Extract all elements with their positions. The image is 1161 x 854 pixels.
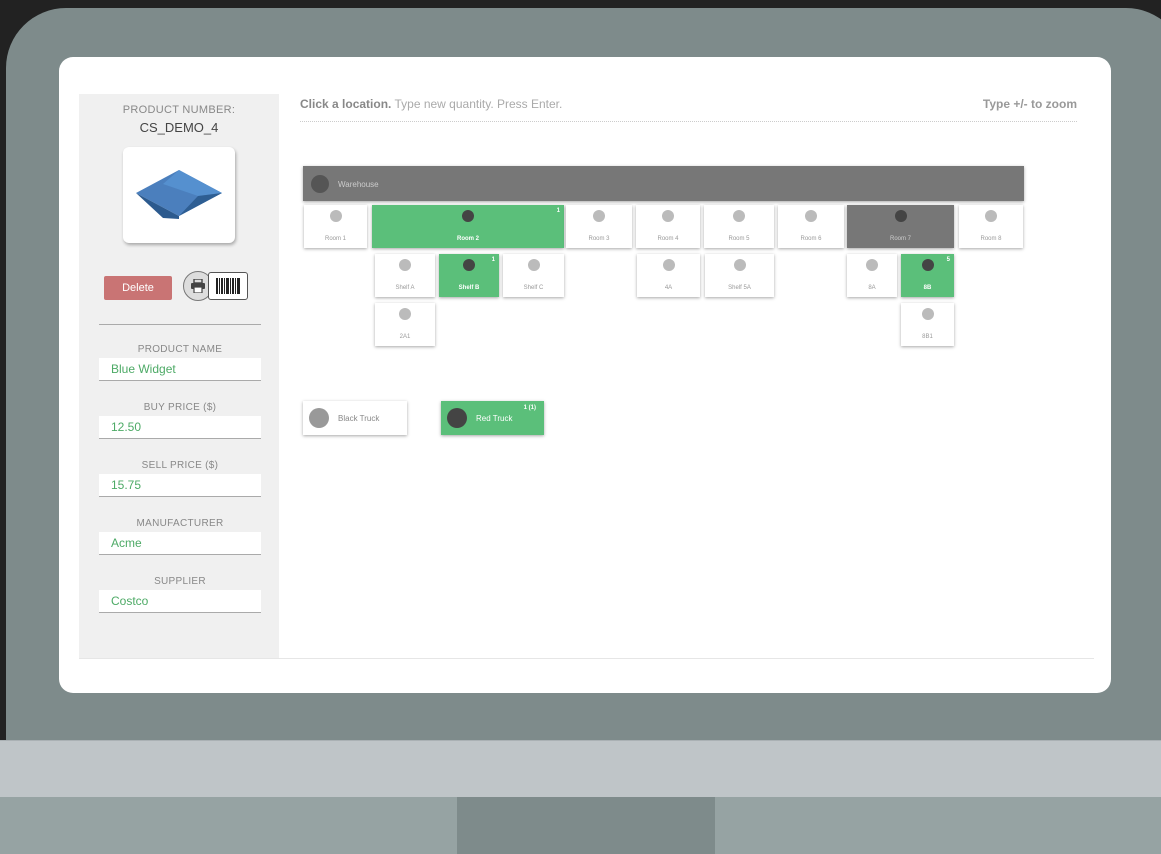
- location-warehouse[interactable]: Warehouse: [303, 166, 1024, 201]
- location-icon: [662, 259, 675, 271]
- instructions-bold: Click a location.: [300, 97, 392, 111]
- location-room-8[interactable]: Room 8: [959, 205, 1023, 248]
- truck-label: Red Truck: [476, 414, 513, 423]
- location-icon: [593, 210, 605, 222]
- sell-price-field[interactable]: 15.75: [99, 474, 261, 497]
- location-icon: [527, 259, 540, 271]
- instructions: Click a location. Type new quantity. Pre…: [300, 97, 562, 111]
- product-sidebar: PRODUCT NUMBER: CS_DEMO_4 Delete PRODUCT…: [79, 94, 279, 659]
- location-label: Shelf C: [523, 285, 544, 291]
- truck-quantity: 1 (1): [523, 405, 536, 411]
- location-icon: [733, 259, 746, 271]
- zoom-hint: Type +/- to zoom: [982, 97, 1077, 111]
- manufacturer-label: MANUFACTURER: [136, 518, 224, 529]
- manufacturer-field[interactable]: Acme: [99, 532, 261, 555]
- location-label: Room 2: [456, 236, 479, 242]
- laptop-base: [0, 740, 1161, 798]
- location-label: Room 3: [588, 236, 610, 242]
- location-room-2[interactable]: 1 Room 2: [372, 205, 564, 248]
- location-room-6[interactable]: Room 6: [778, 205, 844, 248]
- printer-icon: [191, 279, 205, 293]
- location-label: 8A: [868, 285, 876, 291]
- location-label: Shelf B: [458, 285, 480, 291]
- location-shelf-8b[interactable]: 5 8B: [901, 254, 954, 297]
- instructions-rest: Type new quantity. Press Enter.: [391, 97, 563, 111]
- header-divider: [300, 121, 1077, 122]
- location-room-1[interactable]: Room 1: [304, 205, 367, 248]
- product-name-label: PRODUCT NAME: [137, 344, 223, 355]
- location-icon: [463, 259, 475, 271]
- product-number: CS_DEMO_4: [139, 120, 219, 135]
- location-icon: [921, 308, 934, 320]
- location-label: Room 1: [324, 236, 346, 242]
- location-shelf-c[interactable]: Shelf C: [503, 254, 564, 297]
- location-label: Shelf 5A: [728, 285, 751, 291]
- location-icon: [399, 259, 411, 271]
- location-shelf-8b1[interactable]: 8B1: [901, 303, 954, 346]
- location-icon: [921, 259, 934, 271]
- location-icon: [399, 308, 411, 320]
- product-number-label: PRODUCT NUMBER:: [122, 104, 236, 116]
- location-shelf-2a1[interactable]: 2A1: [375, 303, 435, 346]
- warehouse-icon: [311, 175, 329, 193]
- barcode-icon: [216, 278, 240, 294]
- buy-price-field[interactable]: 12.50: [99, 416, 261, 439]
- location-icon: [662, 210, 674, 222]
- location-black-truck[interactable]: Black Truck: [303, 401, 407, 435]
- supplier-field[interactable]: Costco: [99, 590, 261, 613]
- barcode-button[interactable]: [208, 272, 248, 300]
- location-shelf-4a[interactable]: 4A: [637, 254, 700, 297]
- bottom-divider: [79, 658, 1094, 659]
- location-label: 8B1: [922, 334, 933, 340]
- location-label: Shelf A: [395, 285, 415, 291]
- sell-price-label: SELL PRICE ($): [141, 460, 219, 471]
- location-quantity: 1: [491, 257, 495, 263]
- location-quantity: 5: [946, 257, 950, 263]
- buy-price-label: BUY PRICE ($): [143, 402, 217, 413]
- delete-button[interactable]: Delete: [104, 276, 172, 300]
- truck-icon: [447, 408, 467, 428]
- cube-icon: [136, 170, 222, 219]
- product-image[interactable]: [123, 147, 235, 243]
- location-shelf-a[interactable]: Shelf A: [375, 254, 435, 297]
- location-label: Room 5: [728, 236, 750, 242]
- location-icon: [985, 210, 997, 222]
- location-room-7[interactable]: Room 7: [847, 205, 954, 248]
- location-icon: [866, 259, 878, 271]
- location-label: 4A: [664, 285, 673, 291]
- truck-label: Black Truck: [338, 414, 380, 423]
- location-icon: [329, 210, 342, 222]
- location-shelf-5a[interactable]: Shelf 5A: [705, 254, 774, 297]
- location-quantity: 1: [556, 208, 560, 214]
- location-label: Room 6: [800, 236, 822, 242]
- location-icon: [805, 210, 817, 222]
- location-label: 2A1: [399, 334, 411, 340]
- location-red-truck[interactable]: 1 (1) Red Truck: [441, 401, 544, 435]
- product-name-field[interactable]: Blue Widget: [99, 358, 261, 381]
- location-icon: [894, 210, 907, 222]
- location-icon: [733, 210, 745, 222]
- location-shelf-b[interactable]: 1 Shelf B: [439, 254, 499, 297]
- location-room-3[interactable]: Room 3: [566, 205, 632, 248]
- app-screen: PRODUCT NUMBER: CS_DEMO_4 Delete PRODUCT…: [59, 57, 1111, 693]
- location-label: Room 8: [980, 236, 1002, 242]
- location-label: 8B: [923, 285, 932, 291]
- location-label: Room 4: [657, 236, 679, 242]
- location-icon: [462, 210, 474, 222]
- sidebar-divider: [99, 324, 261, 325]
- location-room-4[interactable]: Room 4: [636, 205, 700, 248]
- supplier-label: SUPPLIER: [154, 576, 206, 587]
- location-room-5[interactable]: Room 5: [704, 205, 774, 248]
- truck-icon: [309, 408, 329, 428]
- warehouse-label: Warehouse: [338, 180, 379, 189]
- location-shelf-8a[interactable]: 8A: [847, 254, 897, 297]
- location-label: Room 7: [889, 236, 911, 242]
- laptop-notch: [457, 797, 715, 854]
